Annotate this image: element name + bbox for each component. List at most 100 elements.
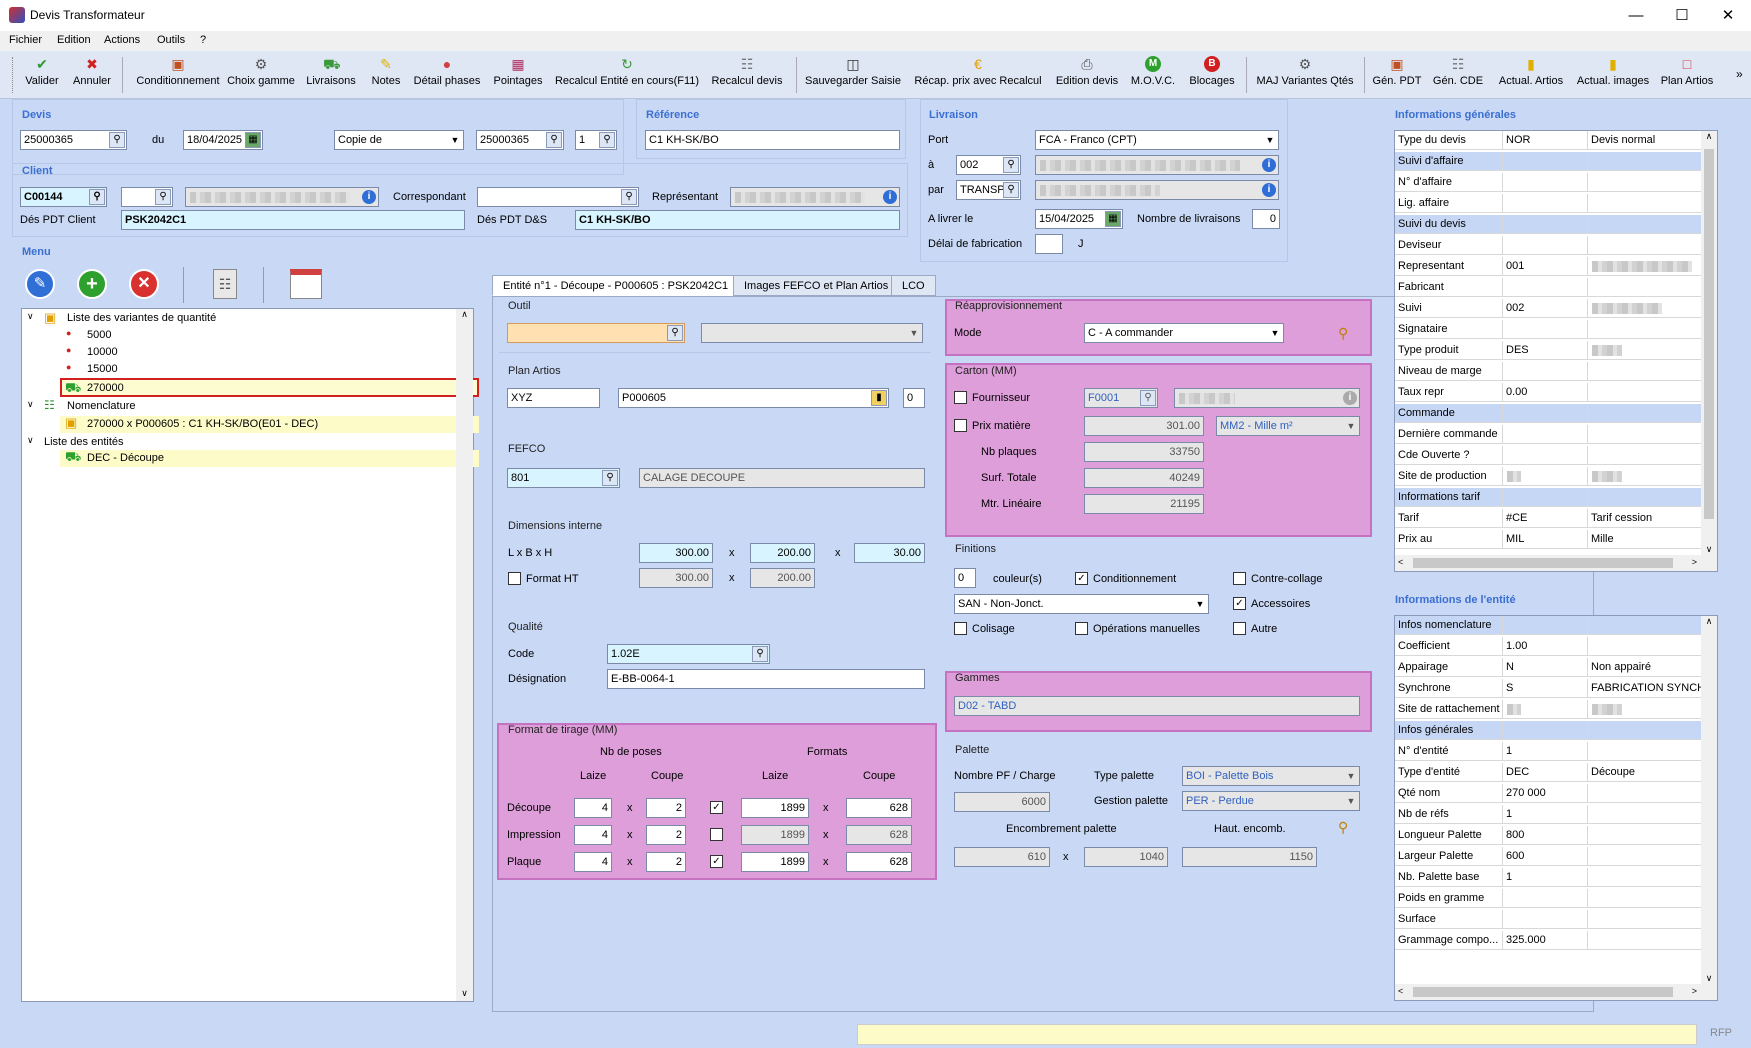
grid-row[interactable]: Lig. affaire xyxy=(1395,194,1701,213)
grid-row[interactable]: Synchrone S FABRICATION SYNCHR xyxy=(1395,679,1701,698)
infoent-hscroll[interactable]: < > xyxy=(1395,984,1717,1000)
infogen-hscroll[interactable]: < > xyxy=(1395,555,1717,571)
des-pdt-ds-input[interactable]: C1 KH-SK/BO xyxy=(575,210,900,230)
chevron-down-icon[interactable]: ▼ xyxy=(1268,325,1282,341)
tirage-coupe-input[interactable]: 2 xyxy=(646,798,686,818)
dim-b-input[interactable]: 200.00 xyxy=(750,543,815,563)
menu-edition[interactable]: Edition xyxy=(57,34,91,46)
grid-row[interactable]: Appairage N Non appairé xyxy=(1395,658,1701,677)
annuler-button[interactable]: ✖ Annuler xyxy=(70,54,114,96)
info-icon[interactable]: i xyxy=(1262,158,1276,172)
delete-icon[interactable]: ✕ xyxy=(129,269,159,299)
grid-row[interactable]: Deviseur xyxy=(1395,236,1701,255)
livraison-a-input[interactable]: 002 ⚲ xyxy=(956,155,1021,175)
conditionnement-button[interactable]: ▣ Conditionnement xyxy=(130,54,226,96)
search-icon[interactable]: ⚲ xyxy=(1003,182,1019,198)
sauvegarder-button[interactable]: ◫ Sauvegarder Saisie xyxy=(804,54,902,96)
grid-row[interactable]: Surface xyxy=(1395,910,1701,929)
info-icon[interactable]: i xyxy=(362,190,376,204)
tirage-format-laize[interactable]: 1899 xyxy=(741,852,809,872)
recalcul-devis-button[interactable]: ☷ Recalcul devis xyxy=(706,54,788,96)
search-icon[interactable]: ⚲ xyxy=(546,132,562,148)
close-window-icon[interactable]: ✕ xyxy=(1705,0,1751,31)
chevron-down-icon[interactable]: ▼ xyxy=(1263,132,1277,148)
calculator-icon[interactable]: ☷ xyxy=(213,269,237,299)
transporteur-input[interactable]: TRANSP ⚲ xyxy=(956,180,1021,200)
tab-entite[interactable]: Entité n°1 - Découpe - P000605 : PSK2042… xyxy=(492,275,740,296)
menu-outils[interactable]: Outils xyxy=(157,34,185,46)
edition-devis-button[interactable]: ⎙ Edition devis xyxy=(1054,54,1120,96)
add-icon[interactable]: + xyxy=(77,269,107,299)
grid-row[interactable]: Largeur Palette 600 xyxy=(1395,847,1701,866)
client-code-input[interactable]: C00144 ⚲ xyxy=(20,187,107,207)
tirage-laize-input[interactable]: 4 xyxy=(574,798,612,818)
grid-row[interactable]: N° d'affaire xyxy=(1395,173,1701,192)
movc-button[interactable]: M M.O.V.C. xyxy=(1128,54,1178,96)
correspondant-input[interactable]: ⚲ xyxy=(477,187,639,207)
grid-row[interactable]: Suivi d'affaire xyxy=(1395,152,1701,171)
tirage-coupe-input[interactable]: 2 xyxy=(646,852,686,872)
tab-lco[interactable]: LCO xyxy=(891,275,936,296)
pointages-button[interactable]: ▦ Pointages xyxy=(490,54,546,96)
tirage-format-coupe[interactable]: 628 xyxy=(846,798,912,818)
grid-row[interactable]: Poids en gramme xyxy=(1395,889,1701,908)
blocages-button[interactable]: B Blocages xyxy=(1186,54,1238,96)
tree-node-entite-item[interactable]: DEC - Découpe xyxy=(87,452,164,464)
port-select[interactable]: FCA - Franco (CPT) ▼ xyxy=(1035,130,1279,150)
search-icon[interactable]: ⚲ xyxy=(1003,157,1019,173)
recap-prix-button[interactable]: € Récap. prix avec Recalcul xyxy=(910,54,1046,96)
tirage-coupe-input[interactable]: 2 xyxy=(646,825,686,845)
grid-row[interactable]: Fabricant xyxy=(1395,278,1701,297)
grid-row[interactable]: N° d'entité 1 xyxy=(1395,742,1701,761)
qualite-code-input[interactable]: 1.02E ⚲ xyxy=(607,644,770,664)
tree-node-qty[interactable]: 10000 xyxy=(87,346,118,358)
calendar-icon[interactable]: ▦ xyxy=(1105,211,1121,227)
tab-images-fefco[interactable]: Images FEFCO et Plan Artios xyxy=(733,275,900,296)
tree-node-qty[interactable]: 15000 xyxy=(87,363,118,375)
infogen-vscroll[interactable]: ∧ ∨ xyxy=(1701,131,1717,555)
grid-row[interactable]: Site de production xyxy=(1395,467,1701,486)
autre-checkbox[interactable] xyxy=(1233,622,1246,635)
magnifier-icon[interactable]: ⚲ xyxy=(1338,325,1348,342)
search-icon[interactable]: ⚲ xyxy=(1140,390,1156,406)
outil-select[interactable]: ▼ xyxy=(701,323,923,343)
grid-row[interactable]: Dernière commande xyxy=(1395,425,1701,444)
grid-row[interactable]: Site de rattachement xyxy=(1395,700,1701,719)
copie-number-input[interactable]: 25000365 ⚲ xyxy=(476,130,564,150)
gestion-palette-select[interactable]: PER - Perdue ▼ xyxy=(1182,791,1360,811)
chevron-down-icon[interactable]: ▼ xyxy=(448,132,462,148)
search-icon[interactable]: ⚲ xyxy=(602,470,618,486)
livraisons-button[interactable]: ⛟ Livraisons xyxy=(302,54,360,96)
nb-livraisons-input[interactable]: 0 xyxy=(1252,209,1280,229)
conditionnement-checkbox[interactable]: ✓ xyxy=(1075,572,1088,585)
grid-row[interactable]: Type du devis NOR Devis normal xyxy=(1395,131,1701,150)
grid-row[interactable]: Informations tarif xyxy=(1395,488,1701,507)
info-icon[interactable]: i xyxy=(1343,391,1357,405)
san-select[interactable]: SAN - Non-Jonct. ▼ xyxy=(954,594,1209,614)
search-icon[interactable]: ⚲ xyxy=(621,189,637,205)
search-icon[interactable]: ⚲ xyxy=(599,132,615,148)
a-livrer-date-input[interactable]: 15/04/2025 ▦ xyxy=(1035,209,1123,229)
tree-node-qty[interactable]: 270000 xyxy=(87,382,124,394)
grid-row[interactable]: Type d'entité DEC Découpe xyxy=(1395,763,1701,782)
tree-scrollbar[interactable]: ∧ ∨ xyxy=(456,309,473,1001)
info-icon[interactable]: i xyxy=(883,190,897,204)
contre-collage-checkbox[interactable] xyxy=(1233,572,1246,585)
maj-variantes-button[interactable]: ⚙ MAJ Variantes Qtés xyxy=(1254,54,1356,96)
choix-gamme-button[interactable]: ⚙ Choix gamme xyxy=(226,54,296,96)
operations-manuelles-checkbox[interactable] xyxy=(1075,622,1088,635)
plan-artios-input-1[interactable]: XYZ xyxy=(507,388,600,408)
tirage-checkbox[interactable]: ✓ xyxy=(710,855,723,868)
chevron-down-icon[interactable]: ▼ xyxy=(1344,793,1358,809)
grid-row[interactable]: Commande xyxy=(1395,404,1701,423)
copie-index-input[interactable]: 1 ⚲ xyxy=(575,130,617,150)
grid-row[interactable]: Niveau de marge xyxy=(1395,362,1701,381)
minimize-icon[interactable]: — xyxy=(1613,0,1659,31)
chevron-down-icon[interactable]: ▼ xyxy=(1344,768,1358,784)
tirage-checkbox[interactable]: ✓ xyxy=(710,801,723,814)
grid-row[interactable]: Suivi 002 xyxy=(1395,299,1701,318)
folder-icon[interactable]: ▮ xyxy=(871,390,887,406)
dim-l-input[interactable]: 300.00 xyxy=(639,543,713,563)
recalcul-entite-button[interactable]: ↻ Recalcul Entité en cours(F11) xyxy=(554,54,700,96)
mode-select[interactable]: C - A commander ▼ xyxy=(1084,323,1284,343)
